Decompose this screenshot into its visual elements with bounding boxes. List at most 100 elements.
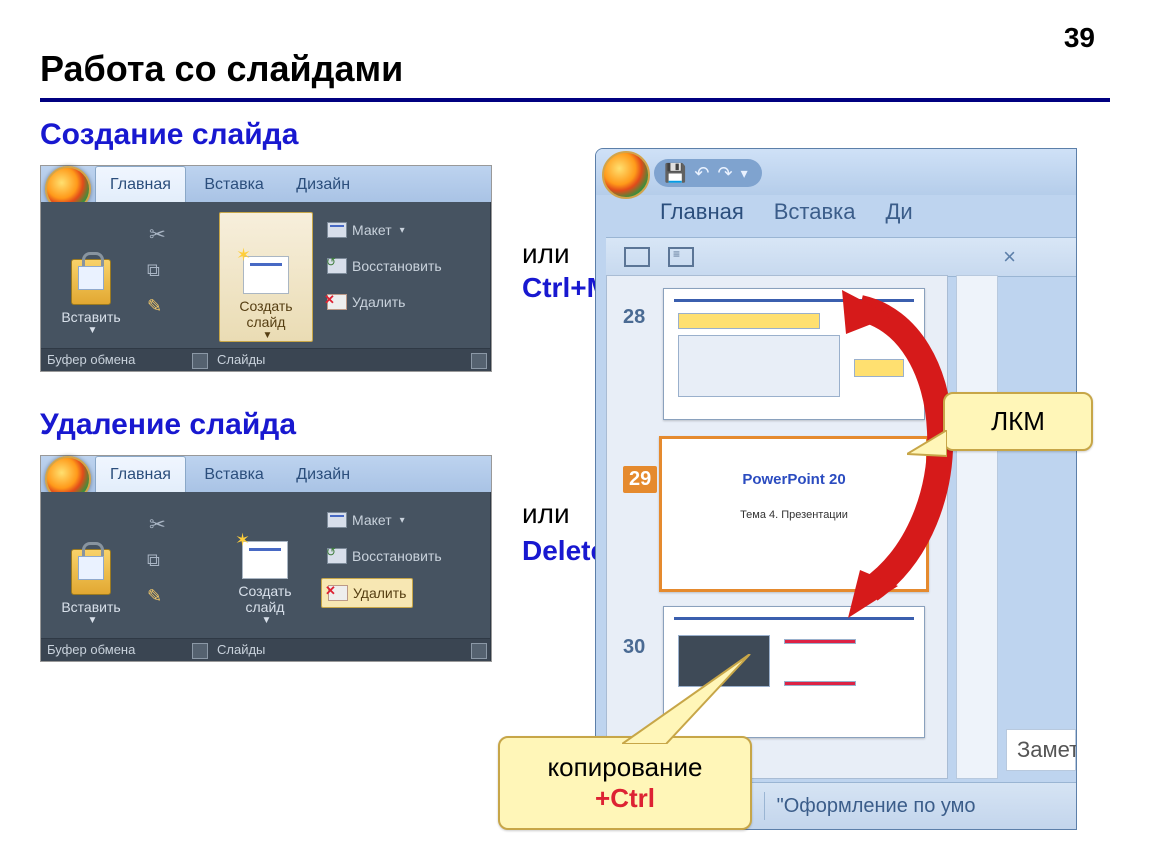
copy-button[interactable]: ⧉: [141, 546, 166, 574]
group-label-clipboard: Буфер обмена: [41, 638, 211, 661]
save-icon[interactable]: 💾: [664, 163, 686, 184]
title-rule: [40, 98, 1110, 102]
new-slide-label: Создать слайд: [239, 298, 292, 330]
tab-home[interactable]: Главная: [95, 456, 186, 493]
slides-tab-icon[interactable]: [624, 247, 650, 267]
thumb-number: 28: [623, 306, 645, 329]
or-text-create: или: [522, 238, 570, 270]
chevron-down-icon: ▾: [400, 225, 405, 236]
tab-insert[interactable]: Вставка: [774, 199, 856, 225]
page-number: 39: [1064, 22, 1095, 54]
new-slide-button[interactable]: Создать слайд ▼: [219, 212, 313, 342]
tab-design[interactable]: Дизайн: [282, 457, 364, 493]
brush-icon: ✎: [147, 296, 162, 317]
layout-label: Макет: [352, 222, 392, 238]
format-painter-button[interactable]: ✎: [141, 582, 168, 610]
group-clipboard: Вставить ▼ ✂ ⧉ ✎ Буфер обмена: [41, 202, 212, 371]
panel-tabs: ≡ ×: [606, 237, 1076, 277]
scissors-icon: ✂: [149, 222, 166, 247]
clipboard-icon: [71, 259, 111, 305]
redo-icon[interactable]: ↷: [718, 163, 733, 184]
callout-lkm-text: ЛКМ: [991, 406, 1045, 436]
title-bar: 💾 ↶ ↷ ▾: [596, 149, 1076, 195]
chevron-down-icon: ▼: [263, 330, 273, 341]
delete-slide-button[interactable]: Удалить: [321, 288, 411, 316]
paste-button[interactable]: Вставить ▼: [51, 216, 131, 336]
dialog-launcher-icon[interactable]: [471, 353, 487, 369]
group-slides: Создать слайд ▼ Макет ▾ Восстановить Уда…: [211, 202, 491, 371]
tab-design[interactable]: Ди: [886, 199, 913, 225]
tab-insert[interactable]: Вставка: [190, 457, 277, 493]
dialog-launcher-icon[interactable]: [192, 643, 208, 659]
tab-design[interactable]: Дизайн: [282, 167, 364, 203]
heading-create: Создание слайда: [40, 118, 298, 152]
delete-label: Удалить: [352, 294, 405, 310]
chevron-down-icon: ▾: [400, 515, 405, 526]
page-title: Работа со слайдами: [40, 48, 403, 90]
tab-home[interactable]: Главная: [660, 199, 744, 225]
group-label-slides: Слайды: [211, 638, 490, 661]
reset-label: Восстановить: [352, 258, 442, 274]
new-slide-button[interactable]: Создать слайд ▼: [219, 506, 311, 626]
cut-button[interactable]: ✂: [143, 510, 172, 538]
new-slide-label: Создать слайд: [238, 583, 291, 615]
quick-access-toolbar[interactable]: 💾 ↶ ↷ ▾: [654, 159, 762, 187]
reset-icon: [327, 258, 347, 274]
format-painter-button[interactable]: ✎: [141, 292, 168, 320]
brush-icon: ✎: [147, 586, 162, 607]
office-button-icon[interactable]: [602, 151, 650, 199]
layout-button[interactable]: Макет ▾: [321, 216, 411, 244]
ribbon-delete: Главная Вставка Дизайн Вставить ▼ ✂ ⧉ ✎ …: [40, 455, 492, 662]
notes-pane[interactable]: Заметки: [1006, 729, 1076, 771]
undo-icon[interactable]: ↶: [694, 163, 709, 184]
layout-button[interactable]: Макет ▾: [321, 506, 411, 534]
paste-button[interactable]: Вставить ▼: [51, 506, 131, 626]
new-slide-icon: [243, 256, 289, 294]
cut-button[interactable]: ✂: [143, 220, 172, 248]
status-theme: "Оформление по умо: [777, 795, 976, 818]
dialog-launcher-icon[interactable]: [192, 353, 208, 369]
group-slides: Создать слайд ▼ Макет ▾ Восстановить Уда…: [211, 492, 491, 661]
delete-icon: [328, 585, 348, 601]
delete-label: Удалить: [353, 585, 406, 601]
reset-button[interactable]: Восстановить: [321, 252, 448, 280]
tab-home[interactable]: Главная: [95, 166, 186, 203]
clipboard-icon: [71, 549, 111, 595]
reset-button[interactable]: Восстановить: [321, 542, 448, 570]
thumb-number-selected: 29: [623, 466, 657, 493]
reset-label: Восстановить: [352, 548, 442, 564]
outline-tab-icon[interactable]: ≡: [668, 247, 694, 267]
tab-insert[interactable]: Вставка: [190, 167, 277, 203]
heading-delete: Удаление слайда: [40, 408, 296, 442]
delete-icon: [327, 294, 347, 310]
callout-copy: копирование +Ctrl: [498, 736, 752, 830]
copy-icon: ⧉: [147, 550, 160, 571]
tab-row: Главная Вставка Дизайн: [41, 166, 491, 202]
scissors-icon: ✂: [149, 512, 166, 537]
paste-label: Вставить: [61, 309, 120, 325]
callout-copy-line1: копирование: [510, 752, 740, 783]
or-text-delete: или: [522, 498, 570, 530]
group-label-clipboard: Буфер обмена: [41, 348, 211, 371]
dialog-launcher-icon[interactable]: [471, 643, 487, 659]
ribbon-create: Главная Вставка Дизайн Вставить ▼ ✂ ⧉ ✎ …: [40, 165, 492, 372]
tab-row: Главная Вставка Дизайн: [41, 456, 491, 492]
delete-slide-button[interactable]: Удалить: [321, 578, 413, 608]
shortcut-delete: Delete: [522, 535, 606, 567]
group-label-slides: Слайды: [211, 348, 490, 371]
reset-icon: [327, 548, 347, 564]
new-slide-icon: [242, 541, 288, 579]
callout-lkm: ЛКМ: [943, 392, 1093, 451]
copy-button[interactable]: ⧉: [141, 256, 166, 284]
chevron-down-icon: ▼: [88, 615, 98, 626]
callout-copy-line2: +Ctrl: [510, 783, 740, 814]
copy-icon: ⧉: [147, 260, 160, 281]
layout-icon: [327, 222, 347, 238]
chevron-down-icon: ▼: [262, 615, 272, 626]
close-panel-icon[interactable]: ×: [1003, 244, 1016, 270]
qat-dropdown-icon[interactable]: ▾: [741, 165, 748, 182]
group-clipboard: Вставить ▼ ✂ ⧉ ✎ Буфер обмена: [41, 492, 212, 661]
ribbon-tabs: Главная Вставка Ди: [660, 199, 913, 225]
chevron-down-icon: ▼: [88, 325, 98, 336]
layout-icon: [327, 512, 347, 528]
